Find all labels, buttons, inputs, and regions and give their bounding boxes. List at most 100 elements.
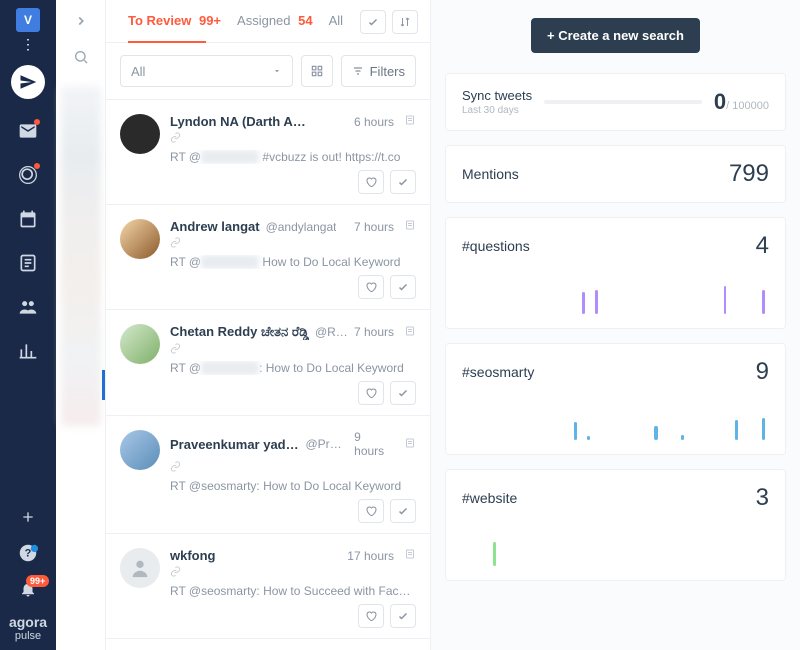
brand-logo: agora pulse	[5, 607, 51, 650]
sync-value: 0/ 100000	[714, 89, 769, 115]
compose-icon[interactable]	[11, 65, 45, 99]
avatar[interactable]	[120, 430, 160, 470]
chevron-right-icon[interactable]	[74, 14, 88, 31]
tweet-content: RT @xxxxx #vcbuzz is out! https://t.co	[170, 150, 416, 164]
note-icon[interactable]	[404, 437, 416, 452]
svg-text:?: ?	[25, 547, 32, 559]
feed-item[interactable]: Chetan Reddy ಚೇತನ ರೆಡ್ಡಿ @R… 7 hours RT …	[106, 310, 430, 416]
note-icon[interactable]	[404, 219, 416, 234]
reports-icon[interactable]	[8, 243, 48, 283]
author-name: Chetan Reddy ಚೇತನ ರೆಡ್ಡಿ	[170, 324, 309, 340]
mentions-card[interactable]: Mentions 799	[445, 145, 786, 203]
like-button[interactable]	[358, 381, 384, 405]
chart-bar	[762, 290, 765, 314]
feed-tabs: To Review 99+ Assigned 54 All	[106, 0, 430, 43]
tab-assigned[interactable]: Assigned 54	[237, 13, 313, 40]
sync-card: Sync tweets Last 30 days 0/ 100000	[445, 73, 786, 131]
link-icon[interactable]	[170, 132, 416, 146]
chart-bar	[582, 292, 585, 314]
workspace-tile[interactable]: V	[16, 8, 40, 32]
author-handle: @Pra…	[306, 437, 349, 451]
link-icon[interactable]	[170, 566, 416, 580]
chart-bar	[762, 418, 765, 440]
chart-bar	[735, 420, 738, 440]
review-button[interactable]	[390, 275, 416, 299]
link-icon[interactable]	[170, 343, 416, 357]
avatar[interactable]	[120, 114, 160, 154]
review-button[interactable]	[390, 499, 416, 523]
link-icon[interactable]	[170, 461, 416, 475]
main-sidebar: V ⋮ ? 9	[0, 0, 56, 650]
tweet-content: RT @seosmarty: How to Succeed with Faceb…	[170, 584, 416, 598]
author-name: wkfong	[170, 548, 216, 563]
tab-to-review[interactable]: To Review 99+	[128, 13, 221, 40]
tweet-content: RT @xxxxx: How to Do Local Keyword	[170, 361, 416, 375]
timestamp: 17 hours	[347, 549, 394, 563]
create-search-button[interactable]: + Create a new search	[531, 18, 700, 53]
tab-all[interactable]: All	[329, 13, 343, 40]
filter-row: All Filters	[106, 43, 430, 100]
author-name: Praveenkumar yadav	[170, 437, 300, 452]
sort-button[interactable]	[392, 10, 418, 34]
calendar-icon[interactable]	[8, 199, 48, 239]
chart-bar	[493, 542, 496, 566]
feed-item[interactable]: Andrew langat @andylangat 7 hours RT @xx…	[106, 205, 430, 310]
like-button[interactable]	[358, 604, 384, 628]
avatar[interactable]	[120, 219, 160, 259]
author-handle: @andylangat	[266, 220, 337, 234]
feed-item[interactable]: wkfong 17 hours RT @seosmarty: How to Su…	[106, 534, 430, 639]
check-all-button[interactable]	[360, 10, 386, 34]
inbox-icon[interactable]	[8, 111, 48, 151]
review-button[interactable]	[390, 170, 416, 194]
feed-column: To Review 99+ Assigned 54 All All	[106, 0, 431, 650]
avatar[interactable]	[120, 324, 160, 364]
note-icon[interactable]	[404, 548, 416, 563]
note-icon[interactable]	[404, 325, 416, 340]
help-icon[interactable]: ?	[8, 535, 48, 571]
chart-bar	[595, 290, 598, 314]
saved-searches-list[interactable]	[61, 86, 101, 426]
author-name: Andrew langat	[170, 219, 260, 234]
like-button[interactable]	[358, 275, 384, 299]
tweet-content: RT @seosmarty: How to Do Local Keyword	[170, 479, 416, 493]
tweet-content: RT @xxxxx How to Do Local Keyword	[170, 255, 416, 269]
chart-bar	[681, 435, 684, 440]
avatar[interactable]	[120, 548, 160, 588]
filters-button[interactable]: Filters	[341, 55, 416, 87]
chart-bar	[654, 426, 657, 440]
filter-dropdown[interactable]: All	[120, 55, 293, 87]
right-column: + Create a new search Sync tweets Last 3…	[431, 0, 800, 650]
feed-list: Lyndon NA (Darth Autocrat… 6 hours RT @x…	[106, 100, 430, 650]
secondary-rail	[56, 0, 106, 650]
like-button[interactable]	[358, 499, 384, 523]
chart-bar	[587, 436, 590, 440]
listening-icon[interactable]	[8, 155, 48, 195]
timestamp: 6 hours	[354, 115, 394, 129]
questions-card[interactable]: #questions 4	[445, 217, 786, 329]
add-icon[interactable]	[8, 499, 48, 535]
active-indicator	[102, 370, 105, 400]
workspace-menu-icon[interactable]: ⋮	[21, 36, 35, 53]
grid-view-button[interactable]	[301, 55, 333, 87]
sync-progress	[544, 100, 702, 104]
seosmarty-card[interactable]: #seosmarty 9	[445, 343, 786, 455]
sync-sublabel: Last 30 days	[462, 105, 532, 116]
note-icon[interactable]	[404, 114, 416, 129]
chart-bar	[574, 422, 577, 440]
notifications-icon[interactable]: 99+	[8, 571, 48, 607]
analytics-icon[interactable]	[8, 331, 48, 371]
timestamp: 9 hours	[354, 430, 394, 458]
author-name: Lyndon NA (Darth Autocrat…	[170, 114, 310, 129]
timestamp: 7 hours	[354, 325, 394, 339]
fans-icon[interactable]	[8, 287, 48, 327]
link-icon[interactable]	[170, 237, 416, 251]
search-icon[interactable]	[73, 49, 89, 68]
review-button[interactable]	[390, 381, 416, 405]
website-card[interactable]: #website 3	[445, 469, 786, 581]
sync-label: Sync tweets	[462, 88, 532, 103]
like-button[interactable]	[358, 170, 384, 194]
feed-item[interactable]: Praveenkumar yadav @Pra… 9 hours RT @seo…	[106, 416, 430, 534]
feed-item[interactable]: Lyndon NA (Darth Autocrat… 6 hours RT @x…	[106, 100, 430, 205]
review-button[interactable]	[390, 604, 416, 628]
timestamp: 7 hours	[354, 220, 394, 234]
